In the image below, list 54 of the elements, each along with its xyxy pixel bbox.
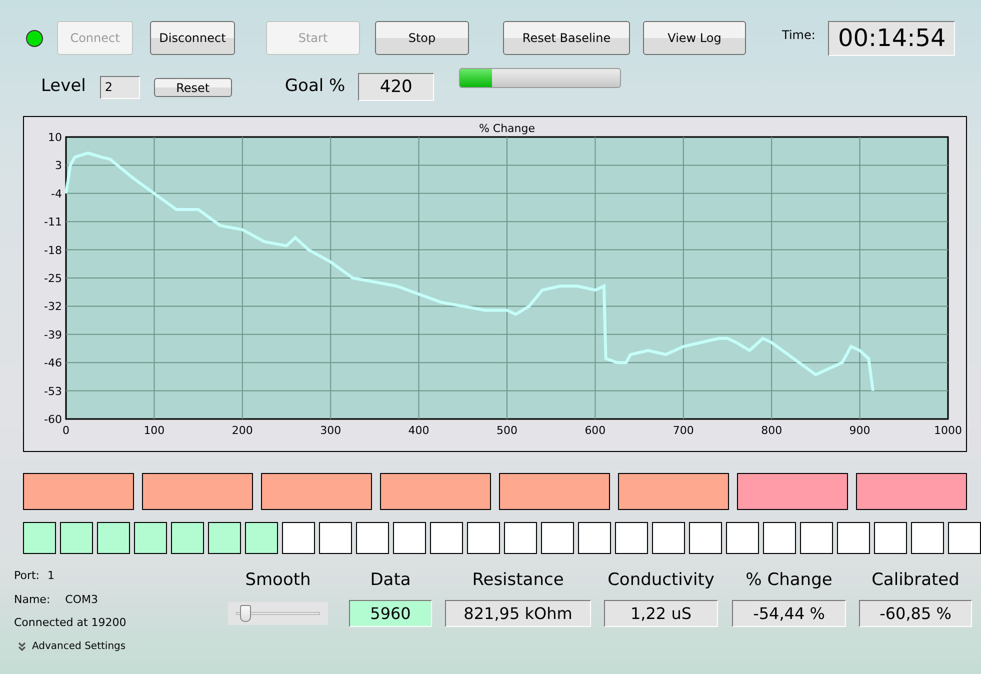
readout-label: Calibrated: [872, 569, 960, 592]
y-tick-label: -25: [44, 272, 62, 285]
chart-title: % Change: [478, 122, 536, 135]
y-tick-label: 3: [55, 159, 62, 172]
timer-display: 00:14:54: [828, 20, 956, 56]
smooth-slider[interactable]: [228, 602, 328, 624]
goal-label: Goal %: [284, 75, 346, 98]
x-tick-label: 100: [144, 424, 165, 437]
x-tick-label: 800: [761, 424, 782, 437]
smooth-label: Smooth: [245, 569, 311, 592]
slider-thumb[interactable]: [240, 604, 251, 622]
readout-value: 5960: [349, 600, 432, 626]
readout-value: -54,44 %: [732, 600, 846, 626]
toolbar-button[interactable]: View Log: [643, 21, 746, 55]
y-tick-label: -11: [44, 216, 62, 229]
x-tick-label: 500: [496, 424, 518, 437]
level-label: Level: [41, 75, 86, 98]
double-chevron-icon[interactable]: [18, 642, 26, 650]
y-tick-label: -60: [44, 413, 62, 426]
y-tick-label: -39: [44, 328, 62, 342]
connection-status: Connected at 19200: [14, 615, 128, 631]
readout-label: Resistance: [472, 569, 564, 592]
info-value: COM3: [65, 592, 98, 608]
goal-value: 420: [358, 73, 434, 101]
x-tick-label: 0: [62, 424, 70, 437]
reset-button[interactable]: Reset: [154, 78, 232, 96]
info-label: Name:: [14, 592, 50, 608]
x-tick-label: 300: [320, 424, 342, 437]
x-tick-label: 200: [232, 424, 253, 437]
readout-value: 821,95 kOhm: [445, 600, 591, 626]
readout-label: % Change: [746, 569, 832, 592]
readout-value: -60,85 %: [859, 600, 972, 626]
info-label: Port:: [14, 568, 40, 584]
level-field[interactable]: 2: [100, 76, 140, 98]
readout-label: Conductivity: [608, 569, 714, 592]
advanced-settings-link[interactable]: Advanced Settings: [32, 638, 126, 654]
y-tick-label: -4: [51, 187, 62, 200]
x-tick-label: 400: [408, 424, 430, 437]
y-tick-label: -32: [44, 300, 62, 314]
readout-value: 1,22 uS: [604, 600, 718, 626]
y-tick-label: -46: [44, 356, 62, 370]
readout-label: Data: [370, 569, 411, 592]
info-value: 1: [48, 568, 55, 584]
x-tick-label: 600: [584, 424, 606, 437]
y-tick-label: -18: [44, 244, 62, 257]
toolbar-button[interactable]: Disconnect: [150, 21, 235, 55]
x-tick-label: 700: [672, 424, 694, 437]
y-tick-label: -53: [44, 384, 62, 398]
toolbar-button[interactable]: Stop: [375, 21, 469, 55]
x-tick-label: 1000: [934, 424, 962, 437]
x-tick-label: 900: [849, 424, 870, 437]
toolbar-button[interactable]: Reset Baseline: [503, 21, 630, 55]
y-tick-label: 10: [48, 131, 62, 144]
time-label: Time:: [782, 27, 816, 44]
